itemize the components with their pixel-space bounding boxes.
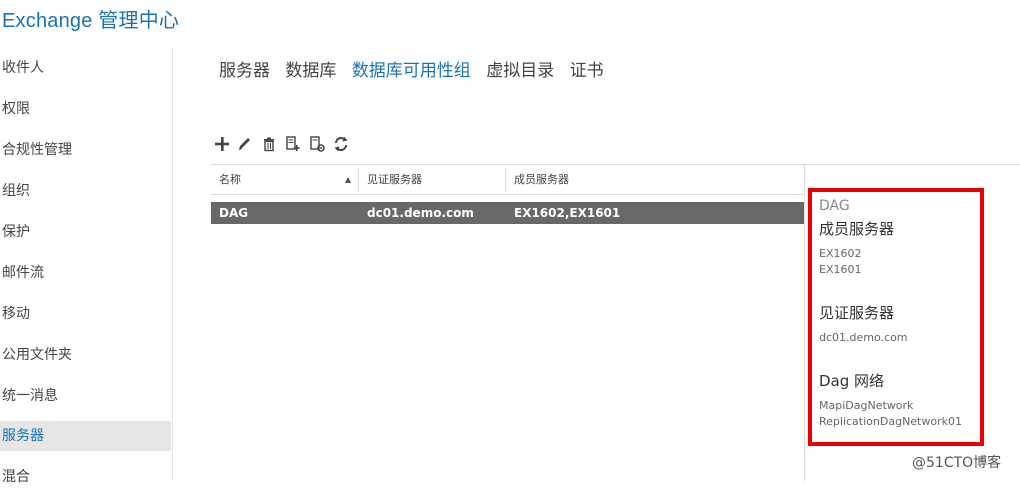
details-network: ReplicationDagNetwork01 [819, 415, 962, 428]
column-divider [358, 168, 359, 192]
details-witness: dc01.demo.com [819, 331, 908, 344]
tab-bar: 服务器 数据库 数据库可用性组 虚拟目录 证书 [219, 56, 614, 81]
tab-virtual-directories[interactable]: 虚拟目录 [486, 56, 554, 81]
configure-network-icon[interactable] [308, 134, 326, 154]
details-networks-heading: Dag 网络 [819, 372, 885, 390]
sidebar-item-unified-messaging[interactable]: 统一消息 [0, 381, 171, 411]
sidebar-item-permissions[interactable]: 权限 [0, 94, 171, 124]
column-header-name[interactable]: 名称 [219, 165, 241, 195]
sidebar-nav: 收件人 权限 合规性管理 组织 保护 邮件流 移动 公用文件夹 统一消息 服务器… [0, 48, 173, 485]
sidebar-item-organization[interactable]: 组织 [0, 176, 171, 206]
dag-table: 名称 ▲ 见证服务器 成员服务器 DAG dc01.demo.com EX160… [211, 164, 805, 481]
column-divider [505, 168, 506, 192]
refresh-icon[interactable] [332, 134, 350, 154]
watermark: @51CTO博客 [912, 455, 1002, 471]
cell-member-servers: EX1602,EX1601 [514, 206, 621, 220]
sidebar-item-recipients[interactable]: 收件人 [0, 53, 171, 83]
add-icon[interactable] [213, 134, 231, 154]
sidebar-item-public-folders[interactable]: 公用文件夹 [0, 340, 171, 370]
cell-name: DAG [219, 206, 249, 220]
tab-database-availability-groups[interactable]: 数据库可用性组 [352, 56, 471, 81]
sidebar-item-mail-flow[interactable]: 邮件流 [0, 258, 171, 288]
table-row[interactable]: DAG dc01.demo.com EX1602,EX1601 [211, 202, 804, 224]
column-header-witness-server[interactable]: 见证服务器 [367, 165, 422, 195]
tab-servers[interactable]: 服务器 [219, 56, 270, 81]
details-pane: DAG 成员服务器 EX1602 EX1601 见证服务器 dc01.demo.… [808, 188, 984, 446]
details-member: EX1602 [819, 247, 862, 260]
sidebar-item-protection[interactable]: 保护 [0, 217, 171, 247]
tab-certificates[interactable]: 证书 [570, 56, 604, 81]
cell-witness-server: dc01.demo.com [367, 206, 474, 220]
details-members-heading: 成员服务器 [819, 220, 895, 238]
sidebar-item-servers[interactable]: 服务器 [0, 421, 171, 451]
edit-icon[interactable] [236, 134, 254, 154]
tab-databases[interactable]: 数据库 [285, 56, 336, 81]
sidebar-item-compliance[interactable]: 合规性管理 [0, 135, 171, 165]
sort-ascending-icon: ▲ [345, 175, 352, 184]
sidebar-item-hybrid[interactable]: 混合 [0, 462, 171, 492]
app-title: Exchange 管理中心 [2, 10, 180, 32]
add-member-icon[interactable] [284, 134, 302, 154]
details-title: DAG [819, 198, 850, 214]
sidebar-item-mobile[interactable]: 移动 [0, 299, 171, 329]
details-divider [805, 164, 1020, 165]
delete-icon[interactable] [260, 134, 278, 154]
details-witness-heading: 见证服务器 [819, 304, 895, 322]
table-header: 名称 ▲ 见证服务器 成员服务器 [211, 164, 804, 195]
details-network: MapiDagNetwork [819, 399, 914, 412]
column-header-member-servers[interactable]: 成员服务器 [514, 165, 569, 195]
details-member: EX1601 [819, 263, 862, 276]
